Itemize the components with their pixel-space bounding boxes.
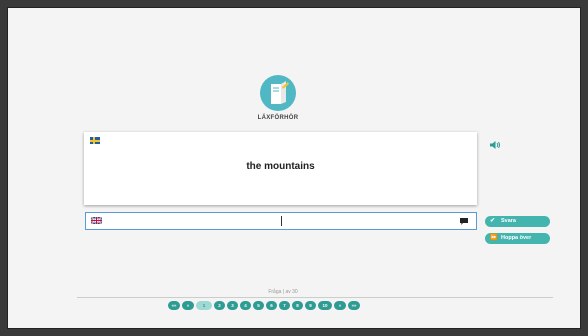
uk-flag-icon (91, 217, 102, 224)
page-button-8[interactable]: 8 (292, 301, 303, 310)
page-button-7[interactable]: 7 (279, 301, 290, 310)
speech-bubble-icon[interactable] (459, 217, 469, 226)
page-button-3[interactable]: 3 (227, 301, 238, 310)
question-counter: Fråga | av 30 (268, 289, 298, 295)
question-card: the mountains (84, 132, 477, 205)
skip-button[interactable]: ⏩ Hoppa över (485, 233, 550, 244)
checkmark-icon: ✔ (490, 218, 496, 224)
divider (77, 297, 553, 298)
page-button-5[interactable]: 5 (253, 301, 264, 310)
answer-box (85, 212, 477, 230)
swedish-flag-icon (90, 137, 100, 144)
last-page-button[interactable]: »» (348, 301, 360, 310)
answer-input[interactable] (108, 214, 448, 228)
prev-page-button[interactable]: « (182, 301, 194, 310)
app-title: LÄXFÖRHÖR (257, 115, 299, 121)
skip-label: Hoppa över (501, 235, 532, 241)
next-page-button[interactable]: » (334, 301, 346, 310)
page-button-10[interactable]: 10 (318, 301, 332, 310)
page-button-9[interactable]: 9 (305, 301, 316, 310)
page-button-6[interactable]: 6 (266, 301, 277, 310)
fast-forward-icon: ⏩ (490, 235, 498, 241)
first-page-button[interactable]: «« (168, 301, 180, 310)
speaker-icon[interactable] (489, 140, 501, 150)
app-frame: LÄXFÖRHÖR the mountains ✔ Svara ⏩ Hoppa öv… (7, 7, 581, 329)
page-button-1[interactable]: 1 (196, 301, 212, 310)
submit-button[interactable]: ✔ Svara (485, 216, 550, 227)
page-button-2[interactable]: 2 (214, 301, 225, 310)
text-caret (281, 216, 282, 226)
page-button-4[interactable]: 4 (240, 301, 251, 310)
question-text: the mountains (246, 161, 315, 172)
submit-label: Svara (501, 218, 516, 224)
book-logo-icon (260, 75, 296, 111)
pagination: «« « 1 2 3 4 5 6 7 8 9 10 » »» (168, 301, 362, 311)
